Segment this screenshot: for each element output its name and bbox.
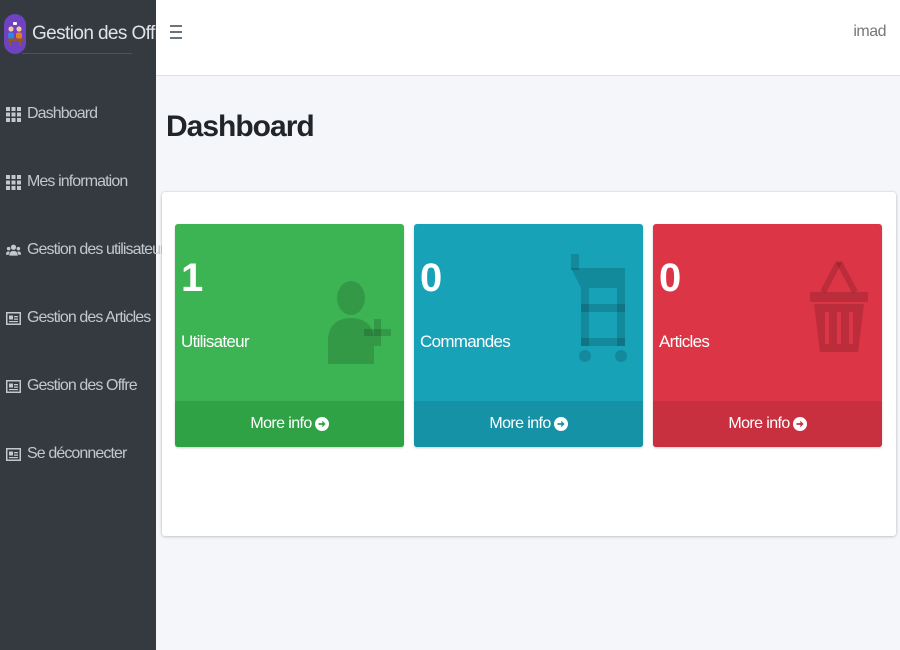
sidebar-item-logout[interactable]: Se déconnecter: [0, 420, 156, 488]
more-info-label: More info: [250, 415, 312, 432]
sidebar-item-mes-information[interactable]: Mes information: [0, 148, 156, 216]
id-card-icon: [6, 447, 21, 462]
box-label: Articles: [659, 332, 710, 351]
shopping-cart-icon: [567, 254, 633, 364]
top-navbar: imad: [156, 0, 900, 76]
sidebar-item-gestion-offre[interactable]: Gestion des Offre: [0, 352, 156, 420]
arrow-circle-right-icon: [314, 417, 329, 431]
more-info-link[interactable]: More info: [175, 401, 404, 447]
hamburger-icon[interactable]: [170, 25, 182, 41]
grid-icon: [6, 174, 21, 190]
small-box-utilisateur: 1 Utilisateur More info: [175, 224, 404, 447]
arrow-circle-right-icon: [553, 417, 568, 431]
brand-link[interactable]: Gestion des Offre: [0, 0, 171, 68]
user-plus-icon: [328, 254, 394, 366]
box-label: Utilisateur: [181, 332, 250, 351]
sidebar-item-gestion-articles[interactable]: Gestion des Articles: [0, 284, 156, 352]
user-name[interactable]: imad: [853, 23, 886, 41]
box-label: Commandes: [420, 332, 511, 351]
more-info-link[interactable]: More info: [414, 401, 643, 447]
box-count: 0: [420, 256, 442, 300]
sidebar: Gestion des Offre Dashboard Mes informat…: [0, 0, 173, 650]
more-info-label: More info: [728, 415, 790, 432]
small-box-commandes: 0 Commandes More info: [414, 224, 643, 447]
more-info-label: More info: [489, 415, 551, 432]
shopping-basket-icon: [806, 254, 872, 364]
grid-icon: [6, 106, 21, 122]
box-count: 1: [181, 256, 203, 300]
users-icon: [6, 243, 21, 258]
sidebar-nav: Dashboard Mes information Gestion des ut…: [0, 80, 173, 488]
more-info-link[interactable]: More info: [653, 401, 882, 447]
sidebar-item-label: Gestion des Offre: [27, 377, 138, 394]
sidebar-item-label: Gestion des utilisateurs: [27, 241, 173, 258]
brand-divider: [22, 53, 132, 54]
id-card-icon: [6, 311, 21, 326]
sidebar-item-label: Mes information: [27, 173, 128, 190]
sidebar-item-gestion-utilisateurs[interactable]: Gestion des utilisateurs: [0, 216, 173, 284]
sidebar-item-label: Se déconnecter: [27, 445, 127, 462]
page-title: Dashboard: [166, 110, 315, 143]
meeting-logo-icon: [4, 14, 26, 54]
id-card-icon: [6, 379, 21, 394]
brand-title: Gestion des Offre: [32, 23, 171, 44]
arrow-circle-right-icon: [792, 417, 807, 431]
box-count: 0: [659, 256, 681, 300]
small-box-articles: 0 Articles More info: [653, 224, 882, 447]
sidebar-item-label: Gestion des Articles: [27, 309, 151, 326]
sidebar-item-dashboard[interactable]: Dashboard: [0, 80, 156, 148]
sidebar-item-label: Dashboard: [27, 105, 98, 122]
